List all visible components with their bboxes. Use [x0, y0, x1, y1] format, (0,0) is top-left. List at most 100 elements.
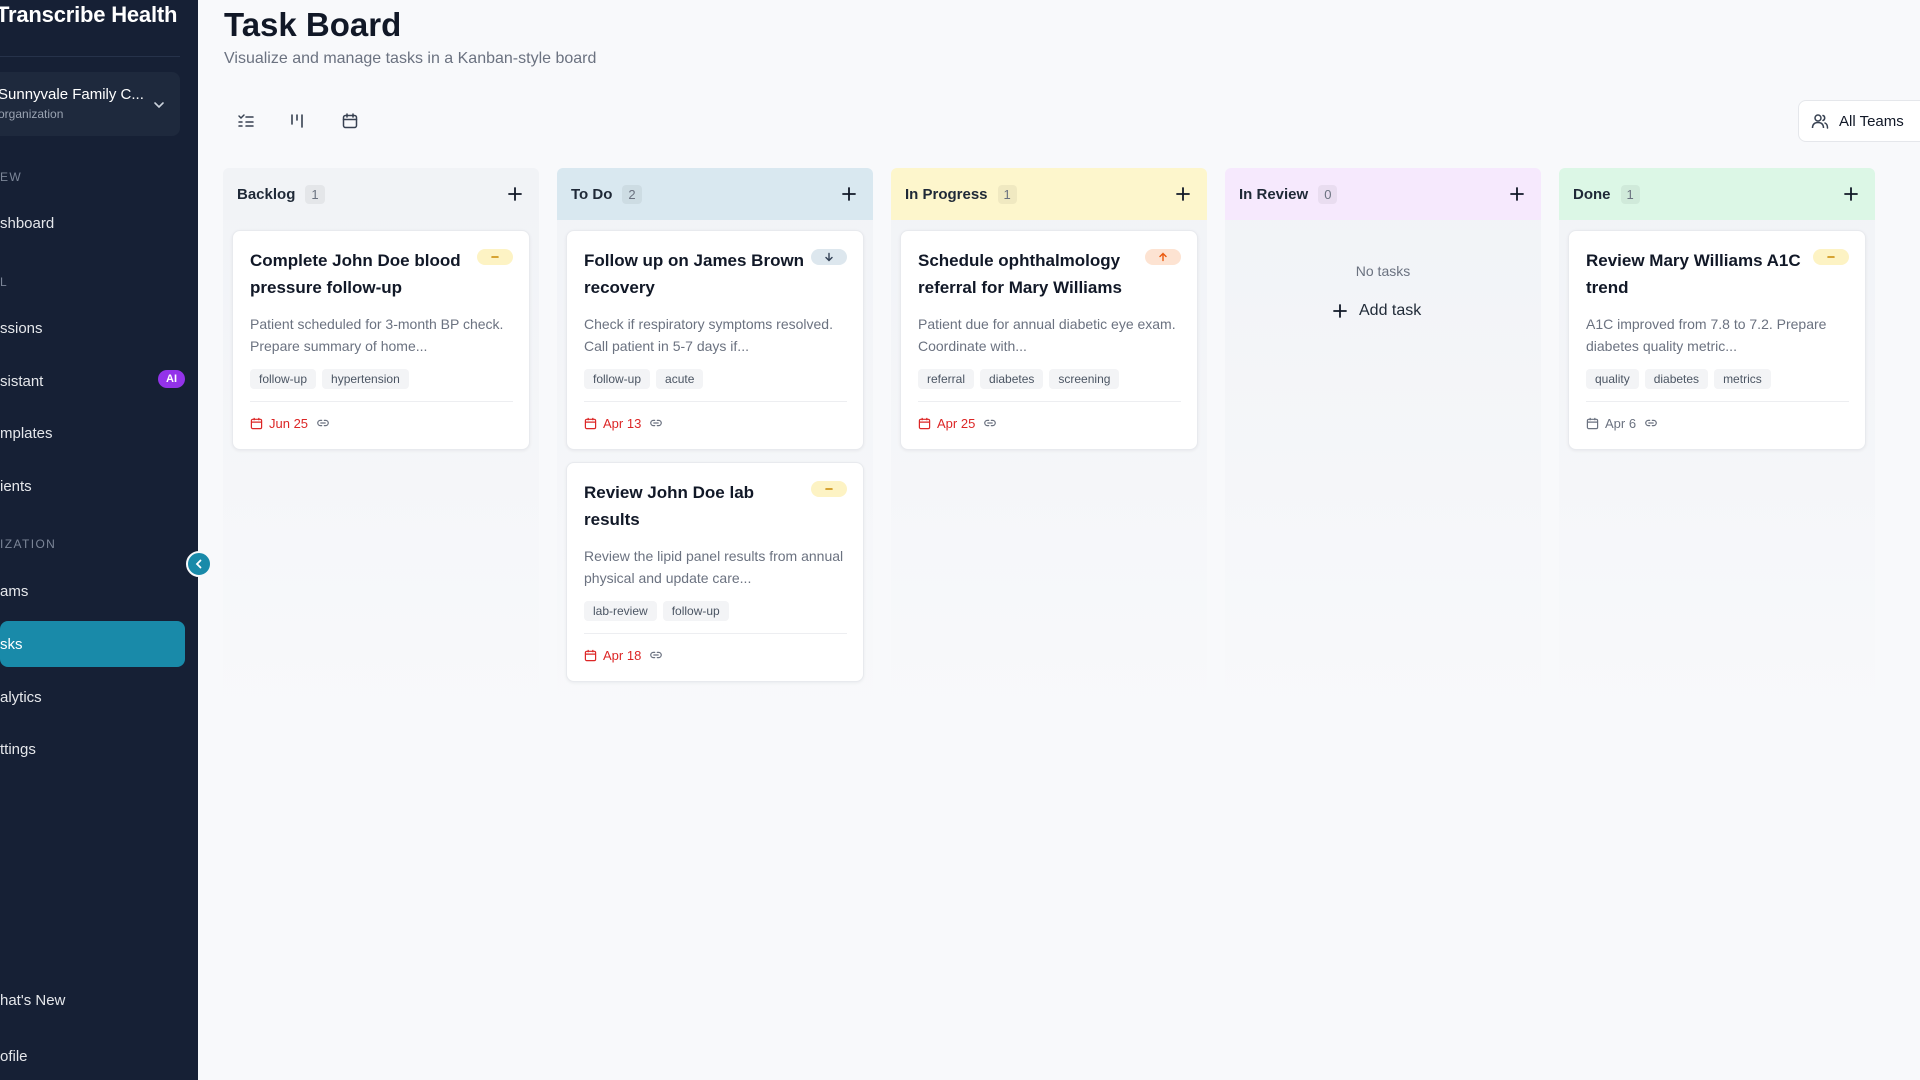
- sidebar-item-profile[interactable]: ofile: [0, 1033, 185, 1079]
- calendar-icon: [584, 417, 597, 429]
- due-date-text: Apr 25: [937, 415, 976, 431]
- add-task-button[interactable]: [1841, 184, 1861, 204]
- add-task-button[interactable]: [1173, 184, 1193, 204]
- board-view-button[interactable]: [282, 106, 312, 136]
- plus-icon: [508, 187, 522, 201]
- sidebar-item-dashboard[interactable]: shboard: [0, 200, 185, 246]
- sidebar-item-analytics[interactable]: alytics: [0, 674, 185, 720]
- sidebar-item-label: ttings: [0, 740, 36, 758]
- task-tags: referral diabetes screening: [918, 369, 1181, 389]
- sidebar-item-whats-new[interactable]: hat's New: [0, 977, 185, 1023]
- due-date: Apr 13: [584, 416, 641, 431]
- task-footer: Jun 25: [250, 401, 513, 444]
- list-view-button[interactable]: [231, 106, 261, 136]
- column-done: Done 1 Review Mary Williams A1C trend A1…: [1559, 168, 1875, 720]
- column-count: 0: [1318, 184, 1338, 204]
- chevron-down-icon: [154, 102, 164, 109]
- tag: referral: [918, 369, 975, 389]
- sidebar: Transcribe Health Sunnyvale Family C... …: [0, 0, 198, 1080]
- add-task-button[interactable]: [1507, 184, 1527, 204]
- column-count: 1: [997, 184, 1017, 204]
- sidebar-item-templates[interactable]: mplates: [0, 410, 185, 456]
- sidebar-item-settings[interactable]: ttings: [0, 726, 185, 772]
- sidebar-item-sessions[interactable]: ssions: [0, 305, 185, 351]
- priority-badge[interactable]: [1145, 249, 1181, 265]
- plus-icon: [842, 187, 856, 201]
- tag: follow-up: [250, 369, 317, 389]
- column-count: 1: [305, 184, 325, 204]
- link-icon[interactable]: [316, 416, 330, 430]
- all-teams-button[interactable]: All Teams: [1798, 100, 1920, 142]
- priority-badge[interactable]: [477, 249, 513, 265]
- sidebar-item-label: hat's New: [0, 991, 66, 1009]
- task-tags: follow-up acute: [584, 369, 847, 389]
- column-header: Done 1: [1559, 168, 1875, 220]
- sidebar-divider: [0, 56, 180, 57]
- task-card[interactable]: Review John Doe lab results Review the l…: [566, 462, 864, 682]
- task-tags: follow-up hypertension: [250, 369, 513, 389]
- all-teams-label: All Teams: [1839, 112, 1904, 130]
- tag: screening: [1049, 369, 1120, 389]
- due-date-text: Jun 25: [269, 415, 309, 431]
- link-icon[interactable]: [649, 416, 663, 430]
- sidebar-item-tasks[interactable]: sks: [0, 621, 185, 667]
- priority-badge[interactable]: [811, 249, 847, 265]
- tag: lab-review: [584, 601, 657, 621]
- list-view-icon: [238, 114, 254, 127]
- task-description: A1C improved from 7.8 to 7.2. Prepare di…: [1586, 316, 1827, 354]
- priority-badge[interactable]: [1813, 249, 1849, 265]
- priority-badge[interactable]: [811, 481, 847, 497]
- due-date: Jun 25: [250, 416, 308, 431]
- calendar-icon: [250, 417, 263, 429]
- task-title: Review John Doe lab results: [584, 483, 755, 529]
- column-header: To Do 2: [557, 168, 873, 220]
- add-task-label: Add task: [1359, 302, 1422, 319]
- sidebar-item-assistant[interactable]: sistant AI: [0, 358, 185, 404]
- plus-icon: [1176, 187, 1190, 201]
- sidebar-item-label: sks: [0, 635, 23, 653]
- sidebar-item-label: mplates: [0, 424, 53, 442]
- ai-badge: AI: [158, 370, 185, 388]
- sidebar-item-label: ams: [0, 582, 29, 600]
- due-date-text: Apr 18: [603, 647, 642, 663]
- task-card[interactable]: Review Mary Williams A1C trend A1C impro…: [1568, 230, 1866, 450]
- kanban-icon: [291, 114, 303, 128]
- section-label-overview: EW: [0, 170, 23, 184]
- page-title: Task Board: [224, 6, 402, 43]
- org-switcher[interactable]: Sunnyvale Family C... organization: [0, 72, 180, 136]
- priority-medium-icon: [1827, 256, 1835, 258]
- column-title: To Do: [571, 185, 613, 203]
- column-header: Backlog 1: [223, 168, 539, 220]
- column-backlog: Backlog 1 Complete John Doe blood pressu…: [223, 168, 539, 720]
- sidebar-collapse-button[interactable]: [186, 551, 212, 577]
- link-icon[interactable]: [1644, 416, 1658, 430]
- column-body: Schedule ophthalmology referral for Mary…: [891, 220, 1207, 720]
- calendar-icon: [1586, 417, 1599, 429]
- brand-name[interactable]: Transcribe Health: [0, 2, 177, 28]
- task-footer: Apr 25: [918, 401, 1181, 444]
- sidebar-item-patients[interactable]: ients: [0, 463, 185, 509]
- sidebar-item-teams[interactable]: ams: [0, 568, 185, 614]
- tag: hypertension: [322, 369, 409, 389]
- link-icon[interactable]: [983, 416, 997, 430]
- task-card[interactable]: Schedule ophthalmology referral for Mary…: [900, 230, 1198, 450]
- sidebar-item-label: sistant: [0, 372, 44, 390]
- users-icon: [1811, 114, 1829, 129]
- link-icon[interactable]: [649, 648, 663, 662]
- task-card[interactable]: Complete John Doe blood pressure follow-…: [232, 230, 530, 450]
- task-description: Check if respiratory symptoms resolved. …: [584, 316, 833, 354]
- calendar-view-button[interactable]: [335, 106, 365, 136]
- calendar-icon: [918, 417, 931, 429]
- add-task-link[interactable]: Add task: [1333, 302, 1421, 320]
- tag: metrics: [1714, 369, 1771, 389]
- add-task-button[interactable]: [839, 184, 859, 204]
- add-task-button[interactable]: [505, 184, 525, 204]
- tag: follow-up: [584, 369, 651, 389]
- main-content: Task Board Visualize and manage tasks in…: [198, 0, 1920, 1080]
- column-body: Complete John Doe blood pressure follow-…: [223, 220, 539, 720]
- task-footer: Apr 13: [584, 401, 847, 444]
- task-footer: Apr 6: [1586, 401, 1849, 444]
- task-description: Review the lipid panel results from annu…: [584, 548, 844, 586]
- calendar-icon: [342, 113, 358, 129]
- task-card[interactable]: Follow up on James Brown recovery Check …: [566, 230, 864, 450]
